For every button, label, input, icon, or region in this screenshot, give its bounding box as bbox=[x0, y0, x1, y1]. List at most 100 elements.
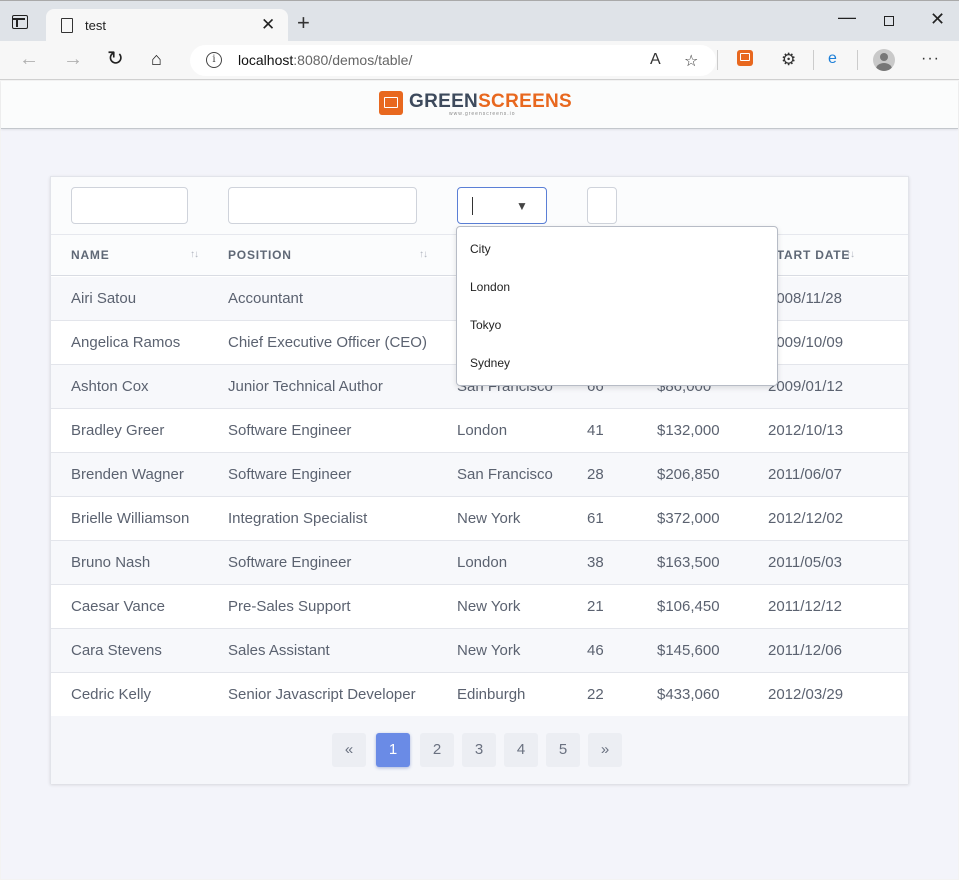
cell-salary: $372,000 bbox=[657, 510, 720, 527]
back-icon[interactable]: ← bbox=[19, 49, 39, 69]
refresh-icon[interactable]: ↻ bbox=[107, 49, 124, 69]
cell-office: New York bbox=[457, 642, 521, 659]
cell-name: Cara Stevens bbox=[71, 642, 162, 659]
cell-position: Accountant bbox=[228, 290, 304, 307]
minimize-icon[interactable]: — bbox=[838, 7, 856, 28]
dropdown-option-city[interactable]: City bbox=[470, 242, 491, 256]
tab-actions-icon[interactable] bbox=[12, 15, 28, 29]
close-tab-icon[interactable]: ✕ bbox=[261, 15, 275, 35]
cell-office: Edinburgh bbox=[457, 686, 526, 703]
cell-name: Brenden Wagner bbox=[71, 466, 184, 483]
dropdown-option-london[interactable]: London bbox=[470, 280, 510, 294]
site-header: GREENSCREENS www.greenscreens.io bbox=[1, 81, 958, 129]
info-icon[interactable]: i bbox=[206, 52, 222, 68]
cell-age: 41 bbox=[587, 422, 604, 439]
cell-office: San Francisco bbox=[457, 466, 553, 483]
favorite-icon[interactable]: ☆ bbox=[684, 51, 698, 71]
sort-icon[interactable]: ↑↓ bbox=[190, 249, 199, 260]
cell-start-date: 2012/12/02 bbox=[768, 510, 844, 527]
table-row[interactable]: Cara Stevens Sales Assistant New York 46 $14… bbox=[51, 629, 908, 673]
cell-start-date: 2011/12/12 bbox=[768, 598, 842, 615]
page-button-4[interactable]: 4 bbox=[504, 733, 538, 767]
toolbar-separator bbox=[813, 50, 814, 70]
age-filter-input[interactable] bbox=[587, 187, 617, 224]
read-aloud-icon[interactable]: A bbox=[650, 51, 661, 69]
greenscreens-extension-icon[interactable] bbox=[737, 50, 753, 66]
cell-age: 28 bbox=[587, 466, 604, 483]
cell-start-date: 2012/03/29 bbox=[768, 686, 844, 703]
page-content: GREENSCREENS www.greenscreens.io ▼ NAME … bbox=[1, 81, 958, 879]
cell-office: New York bbox=[457, 510, 521, 527]
toolbar-separator bbox=[717, 50, 718, 70]
cell-name: Airi Satou bbox=[71, 290, 137, 307]
collections-icon[interactable]: e bbox=[828, 50, 837, 68]
cell-name: Caesar Vance bbox=[71, 598, 165, 615]
logo-icon bbox=[379, 91, 403, 115]
cell-position: Software Engineer bbox=[228, 554, 352, 571]
profile-avatar[interactable] bbox=[873, 49, 895, 71]
cell-salary: $206,850 bbox=[657, 466, 720, 483]
cell-age: 21 bbox=[587, 598, 604, 615]
dropdown-option-tokyo[interactable]: Tokyo bbox=[470, 318, 501, 332]
table-row[interactable]: Cedric Kelly Senior Javascript Developer E… bbox=[51, 673, 908, 717]
cell-office: London bbox=[457, 422, 508, 439]
pagination-next[interactable]: » bbox=[588, 733, 622, 767]
cell-start-date: 2012/10/13 bbox=[768, 422, 844, 439]
more-menu-icon[interactable]: ··· bbox=[921, 50, 940, 68]
tab-title: test bbox=[85, 18, 106, 33]
home-icon[interactable]: ⌂ bbox=[151, 49, 162, 69]
sort-icon[interactable]: ↑↓ bbox=[846, 249, 855, 260]
cell-salary: $145,600 bbox=[657, 642, 720, 659]
logo-text: GREENSCREENS bbox=[409, 91, 573, 112]
dropdown-option-sydney[interactable]: Sydney bbox=[470, 356, 510, 370]
column-header-position[interactable]: POSITION bbox=[228, 248, 292, 262]
page-icon bbox=[61, 18, 73, 33]
city-dropdown-menu: City London Tokyo Sydney bbox=[456, 226, 778, 386]
cell-name: Bruno Nash bbox=[71, 554, 151, 571]
browser-tab-bar: test ✕ + — ✕ bbox=[0, 0, 959, 42]
page-button-1[interactable]: 1 bbox=[376, 733, 410, 767]
cell-start-date: 2011/05/03 bbox=[768, 554, 842, 571]
cell-position: Software Engineer bbox=[228, 466, 352, 483]
address-bar[interactable]: i localhost:8080/demos/table/ A ☆ bbox=[190, 45, 716, 76]
table-row[interactable]: Caesar Vance Pre-Sales Support New York 21 $… bbox=[51, 585, 908, 629]
pagination: « 1 2 3 4 5 » bbox=[51, 716, 908, 784]
table-row[interactable]: Bradley Greer Software Engineer London 41 $1… bbox=[51, 409, 908, 453]
page-button-2[interactable]: 2 bbox=[420, 733, 454, 767]
cell-position: Integration Specialist bbox=[228, 510, 368, 527]
cell-start-date: 2011/12/06 bbox=[768, 642, 842, 659]
column-header-start-date[interactable]: START DATE bbox=[768, 248, 850, 262]
browser-toolbar: ← → ↻ ⌂ i localhost:8080/demos/table/ A … bbox=[0, 41, 959, 80]
cell-name: Brielle Williamson bbox=[71, 510, 190, 527]
browser-tab[interactable]: test ✕ bbox=[46, 9, 288, 42]
maximize-icon[interactable] bbox=[884, 16, 894, 26]
chevron-down-icon: ▼ bbox=[516, 199, 528, 213]
page-button-5[interactable]: 5 bbox=[546, 733, 580, 767]
position-filter-input[interactable] bbox=[228, 187, 417, 224]
table-row[interactable]: Bruno Nash Software Engineer London 38 $163,… bbox=[51, 541, 908, 585]
pagination-prev[interactable]: « bbox=[332, 733, 366, 767]
close-window-icon[interactable]: ✕ bbox=[930, 9, 945, 30]
column-header-name[interactable]: NAME bbox=[71, 248, 110, 262]
new-tab-icon[interactable]: + bbox=[297, 12, 310, 34]
cell-name: Ashton Cox bbox=[71, 378, 149, 395]
cell-position: Sales Assistant bbox=[228, 642, 330, 659]
logo-subtext: www.greenscreens.io bbox=[449, 111, 516, 117]
cell-start-date: 2011/06/07 bbox=[768, 466, 842, 483]
name-filter-input[interactable] bbox=[71, 187, 188, 224]
sort-icon[interactable]: ↑↓ bbox=[419, 249, 428, 260]
cell-start-date: 2009/01/12 bbox=[768, 378, 844, 395]
cell-age: 22 bbox=[587, 686, 604, 703]
city-filter-select[interactable]: ▼ bbox=[457, 187, 547, 224]
forward-icon[interactable]: → bbox=[63, 49, 83, 69]
cell-position: Pre-Sales Support bbox=[228, 598, 351, 615]
table-row[interactable]: Brenden Wagner Software Engineer San Franc… bbox=[51, 453, 908, 497]
table-row[interactable]: Brielle Williamson Integration Specialist… bbox=[51, 497, 908, 541]
cell-salary: $163,500 bbox=[657, 554, 720, 571]
page-button-3[interactable]: 3 bbox=[462, 733, 496, 767]
cell-position: Chief Executive Officer (CEO) bbox=[228, 334, 427, 351]
url-text: localhost:8080/demos/table/ bbox=[238, 52, 413, 68]
extensions-icon[interactable]: ⚙ bbox=[781, 50, 796, 70]
cell-age: 38 bbox=[587, 554, 604, 571]
cell-start-date: 2009/10/09 bbox=[768, 334, 844, 351]
